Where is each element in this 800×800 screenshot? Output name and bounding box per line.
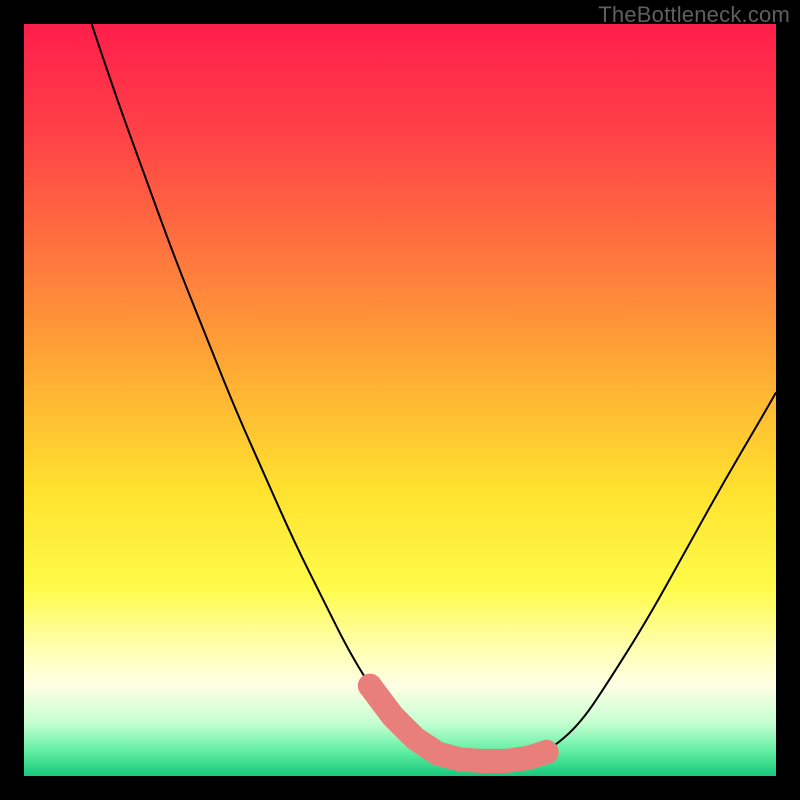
trough-marker — [535, 740, 559, 764]
plot-area — [24, 24, 776, 776]
gradient-background — [24, 24, 776, 776]
bottleneck-curve-chart — [24, 24, 776, 776]
trough-marker — [358, 674, 382, 698]
chart-frame: TheBottleneck.com — [0, 0, 800, 800]
